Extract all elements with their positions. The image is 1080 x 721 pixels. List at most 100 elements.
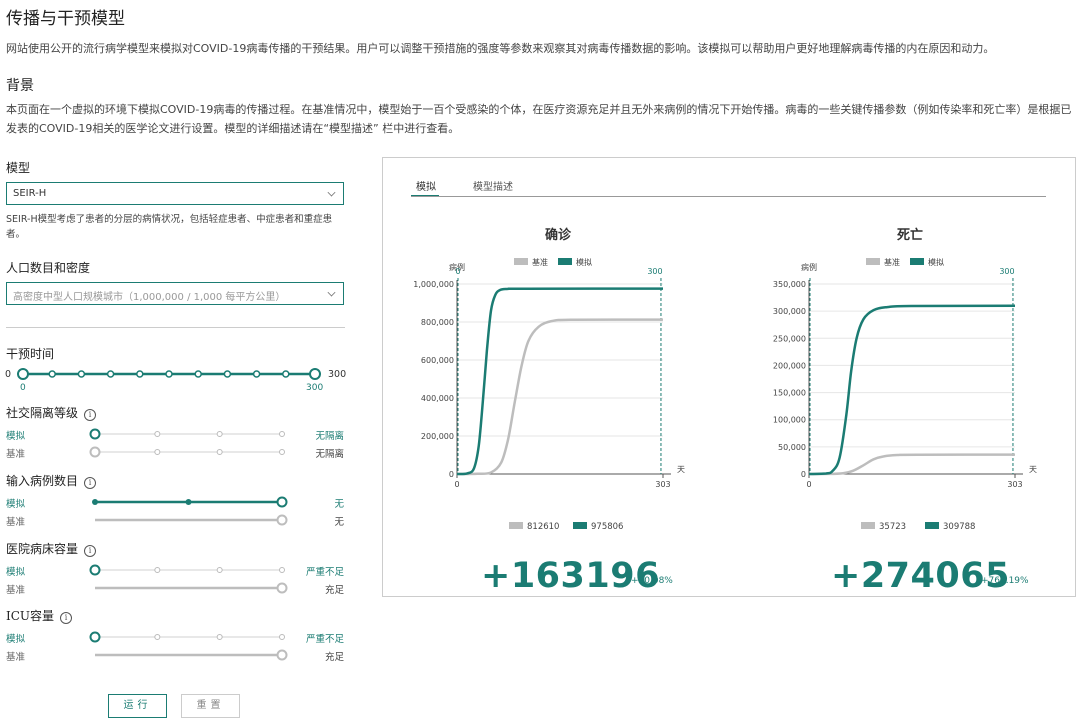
baseline-row-value: 无隔离 (315, 449, 344, 460)
confirmed-delta-pct: +20.08% (631, 576, 673, 586)
slider-step-dot (185, 499, 192, 505)
baseline-row-value: 充足 (324, 652, 344, 663)
population-select[interactable]: 高密度中型人口规模城市（1,000,000 / 1,000 每平方公里） (6, 282, 344, 305)
simulation-row-label: 模拟 (6, 431, 26, 442)
deaths-delta-pct: +767.19% (981, 576, 1029, 586)
final-value-label: 35723 (879, 522, 906, 532)
model-select-value: SEIR-H (13, 188, 47, 199)
legend-label: 模拟 (576, 257, 592, 267)
slider-handle (276, 649, 288, 661)
slider-handle[interactable] (17, 368, 29, 380)
chevron-down-icon (327, 288, 336, 297)
legend-swatch (573, 522, 587, 529)
slider-step-dot (154, 567, 161, 573)
legend-swatch (514, 258, 528, 265)
slider-step-dot (279, 634, 285, 640)
simulation-slider[interactable] (88, 495, 298, 509)
reset-button[interactable]: 重置 (181, 694, 240, 718)
legend-label: 基准 (532, 257, 548, 267)
background-text: 本页面在一个虚拟的环境下模拟COVID-19病毒的传播过程。在基准情况中，模型始… (6, 103, 1072, 135)
slider-handle[interactable] (309, 368, 321, 380)
y-tick-label: 150,000 (773, 389, 806, 398)
x-tick-label: 0 (454, 480, 459, 489)
slider-handle[interactable] (276, 496, 288, 508)
slider-step-dot (282, 370, 290, 378)
x-axis-label: 天 (677, 465, 685, 474)
simulation-row-value: 严重不足 (305, 567, 344, 578)
baseline-row-value: 无 (334, 517, 344, 528)
slider-step-dot (154, 431, 161, 437)
baseline-row-label: 基准 (6, 449, 26, 460)
slider-handle (276, 582, 288, 594)
simulation-slider[interactable] (88, 630, 298, 644)
tab-model-description[interactable]: 模型描述 (473, 178, 513, 193)
slider-handle (89, 446, 101, 458)
x-tick-label: 303 (1007, 480, 1022, 489)
slider-step-dot (216, 567, 223, 573)
slider-step-dot (216, 634, 223, 640)
chart-title: 死亡 (897, 227, 923, 243)
intervention-time-max: 300 (328, 369, 347, 380)
slider-handle[interactable] (89, 564, 101, 576)
slider-group-label: 社交隔离等级 i (6, 404, 97, 421)
info-icon[interactable]: i (84, 477, 97, 489)
baseline-row-value: 充足 (324, 585, 344, 596)
slider-group-label-text: 医院病床容量 (6, 542, 79, 556)
run-button[interactable]: 运行 (108, 694, 167, 718)
y-tick-label: 50,000 (778, 443, 806, 452)
y-tick-label: 0 (801, 470, 806, 479)
tab-divider (411, 196, 1046, 197)
intervention-time-label: 干预时间 (6, 347, 55, 361)
slider-step-dot (216, 449, 223, 455)
x-tick-label: 303 (655, 480, 670, 489)
slider-group-label: 医院病床容量 i (6, 540, 97, 557)
chart-title: 确诊 (545, 227, 572, 243)
baseline-row-label: 基准 (6, 517, 26, 528)
y-tick-label: 300,000 (773, 307, 806, 316)
slider-handle[interactable] (89, 631, 101, 643)
simulation-row-value: 严重不足 (305, 634, 344, 645)
y-tick-label: 200,000 (421, 432, 454, 441)
intervention-time-slider[interactable] (15, 364, 325, 384)
simulation-row-value: 无隔离 (315, 431, 344, 442)
page-title: 传播与干预模型 (6, 9, 125, 29)
y-tick-label: 1,000,000 (413, 280, 454, 289)
final-value-label: 975806 (591, 522, 623, 532)
y-tick-label: 600,000 (421, 356, 454, 365)
deaths-chart: 死亡基准 模拟病例 0 50,000 100,000 150,000 200,000 250,… (773, 227, 1037, 532)
info-icon[interactable]: i (84, 545, 97, 557)
simulation-row-label: 模拟 (6, 567, 26, 578)
model-label: 模型 (6, 161, 31, 175)
slider-handle[interactable] (89, 428, 101, 440)
y-tick-label: 800,000 (421, 318, 454, 327)
slider-step-dot (48, 370, 56, 378)
baseline-slider (95, 649, 288, 661)
legend-swatch (866, 258, 880, 265)
simulation-slider[interactable] (88, 563, 298, 577)
legend-label: 模拟 (928, 257, 944, 267)
model-select[interactable]: SEIR-H (6, 182, 344, 205)
divider (6, 327, 345, 328)
chevron-down-icon (327, 188, 336, 197)
legend-swatch (925, 522, 939, 529)
y-tick-label: 200,000 (773, 361, 806, 370)
x-axis-label: 天 (1029, 465, 1037, 474)
intervention-time-min: 0 (5, 369, 12, 380)
slider-step-dot (165, 370, 173, 378)
final-value-label: 812610 (527, 522, 559, 532)
y-tick-label: 250,000 (773, 334, 806, 343)
tab-simulation[interactable]: 模拟 (416, 178, 436, 193)
slider-step-dot (252, 370, 261, 378)
slider-step-dot (279, 567, 285, 573)
slider-step-dot (92, 499, 98, 505)
legend-swatch (509, 522, 523, 529)
simulation-slider[interactable] (88, 427, 298, 441)
series-line-模拟 (808, 304, 1016, 476)
info-icon[interactable]: i (60, 612, 73, 624)
info-icon[interactable]: i (84, 409, 97, 421)
slider-group-label: ICU容量 i (6, 607, 73, 624)
final-value-label: 309788 (943, 522, 975, 532)
y-axis-label: 病例 (801, 262, 817, 272)
slider-group-label-text: 输入病例数目 (6, 474, 79, 488)
simulation-row-label: 模拟 (6, 634, 26, 645)
